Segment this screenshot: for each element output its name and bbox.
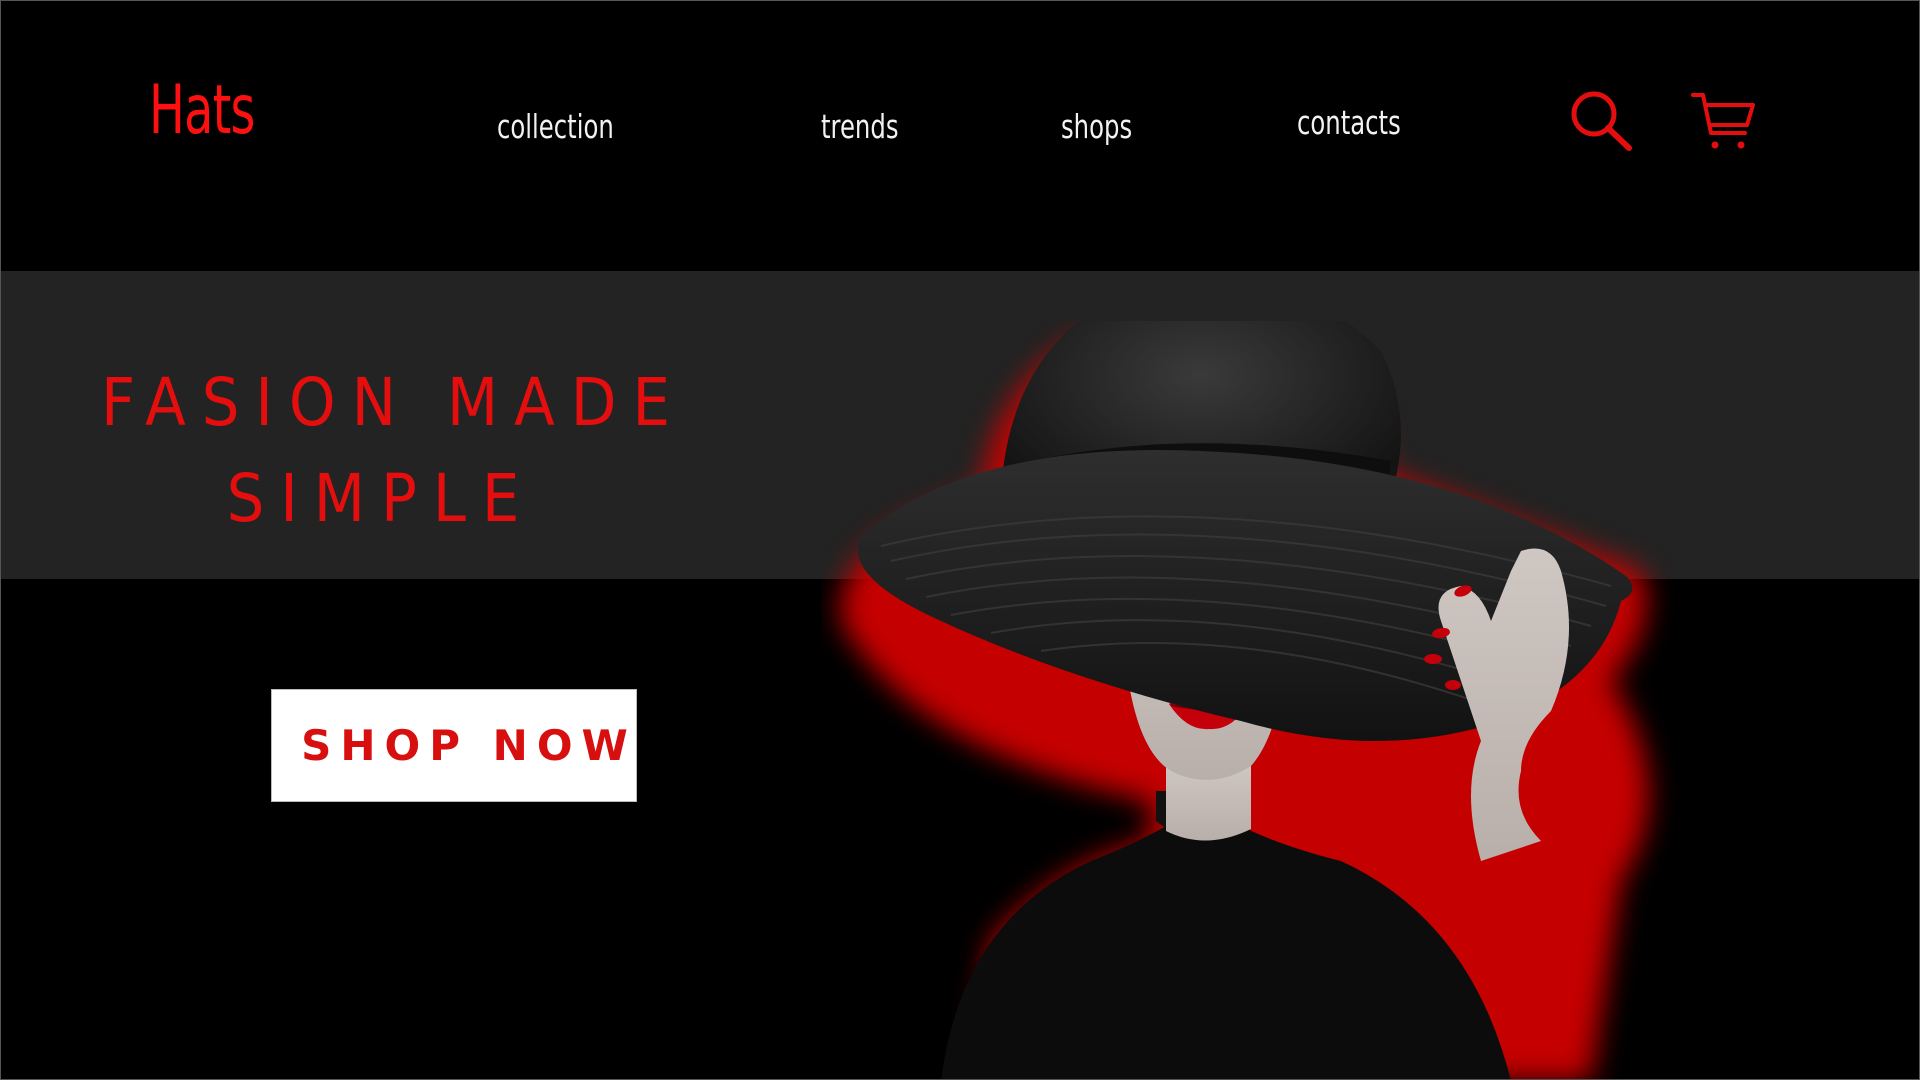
cart-button[interactable] (1687, 87, 1757, 153)
hero-headline: FASION MADE SIMPLE (101, 355, 686, 547)
logo[interactable]: Hats (149, 71, 255, 150)
shop-now-label: SHOP NOW (301, 721, 637, 770)
woman-in-hat-illustration (840, 321, 1649, 1079)
nav-link-contacts[interactable]: contacts (1297, 103, 1401, 142)
search-icon (1571, 91, 1632, 151)
hero-headline-line1: FASION MADE (101, 364, 686, 441)
nav-link-shops[interactable]: shops (1061, 107, 1132, 146)
nav-link-trends[interactable]: trends (821, 107, 899, 146)
shop-now-button[interactable]: SHOP NOW (271, 689, 637, 802)
nav-link-collection[interactable]: collection (497, 107, 614, 146)
hero-headline-line2: SIMPLE (226, 460, 536, 537)
search-button[interactable] (1567, 87, 1637, 153)
cart-icon (1691, 93, 1755, 149)
hero-image (821, 321, 1801, 1079)
site-header: Hats collection trends shops contacts (1, 1, 1919, 271)
landing-page: Hats collection trends shops contacts FA… (0, 0, 1920, 1080)
